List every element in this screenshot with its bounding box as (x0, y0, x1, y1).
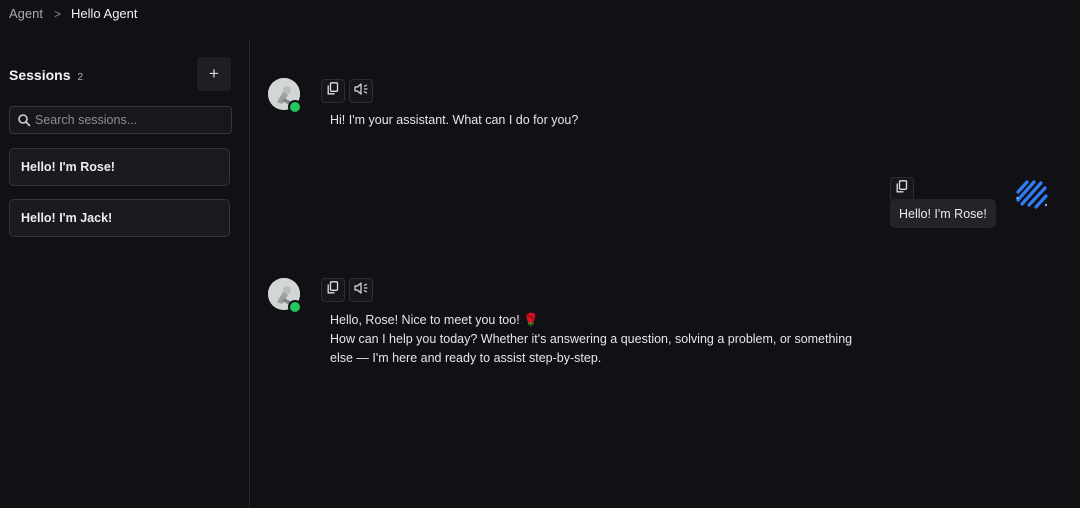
copy-icon (327, 281, 339, 299)
assistant-avatar (268, 78, 302, 114)
assistant-avatar (268, 278, 302, 314)
breadcrumb-chevron-icon: > (53, 6, 61, 21)
breadcrumb: Agent > Hello Agent (9, 6, 138, 21)
sessions-count: 2 (77, 72, 84, 83)
sessions-sidebar: Sessions 2 + Hello! I'm Rose! Hello! I'm… (0, 40, 249, 508)
search-sessions-input[interactable] (33, 112, 227, 128)
assistant-message-text: Hi! I'm your assistant. What can I do fo… (330, 113, 579, 127)
user-avatar (1015, 178, 1048, 210)
speak-button[interactable] (349, 79, 373, 103)
assistant-reply-line: How can I help you today? Whether it's a… (330, 332, 853, 346)
session-item-jack[interactable]: Hello! I'm Jack! (9, 199, 230, 237)
breadcrumb-agent-link[interactable]: Agent (9, 6, 43, 21)
sessions-header: Sessions 2 (9, 67, 83, 83)
copy-icon (896, 180, 908, 198)
speaker-icon (353, 82, 369, 100)
sessions-title: Sessions (9, 67, 71, 83)
assistant-reply-line: Hello, Rose! Nice to meet you too! 🌹 (330, 313, 539, 327)
copy-icon (327, 82, 339, 100)
online-status-dot (288, 300, 302, 314)
plus-icon: + (209, 64, 219, 83)
user-logo-icon (1015, 180, 1049, 216)
speaker-icon (353, 281, 369, 299)
search-icon (17, 113, 31, 127)
assistant-reply-line: else — I'm here and ready to assist step… (330, 351, 602, 365)
copy-button[interactable] (321, 278, 345, 302)
copy-button[interactable] (321, 79, 345, 103)
search-sessions-box[interactable] (9, 106, 232, 134)
add-session-button[interactable]: + (197, 57, 231, 91)
online-status-dot (288, 100, 302, 114)
sidebar-divider (249, 40, 250, 508)
breadcrumb-current: Hello Agent (71, 6, 138, 21)
user-message-bubble: Hello! I'm Rose! (890, 199, 996, 228)
session-item-rose[interactable]: Hello! I'm Rose! (9, 148, 230, 186)
user-copy-button[interactable] (890, 177, 914, 201)
assistant-reply-text: Hello, Rose! Nice to meet you too! 🌹 How… (330, 311, 852, 368)
speak-button[interactable] (349, 278, 373, 302)
